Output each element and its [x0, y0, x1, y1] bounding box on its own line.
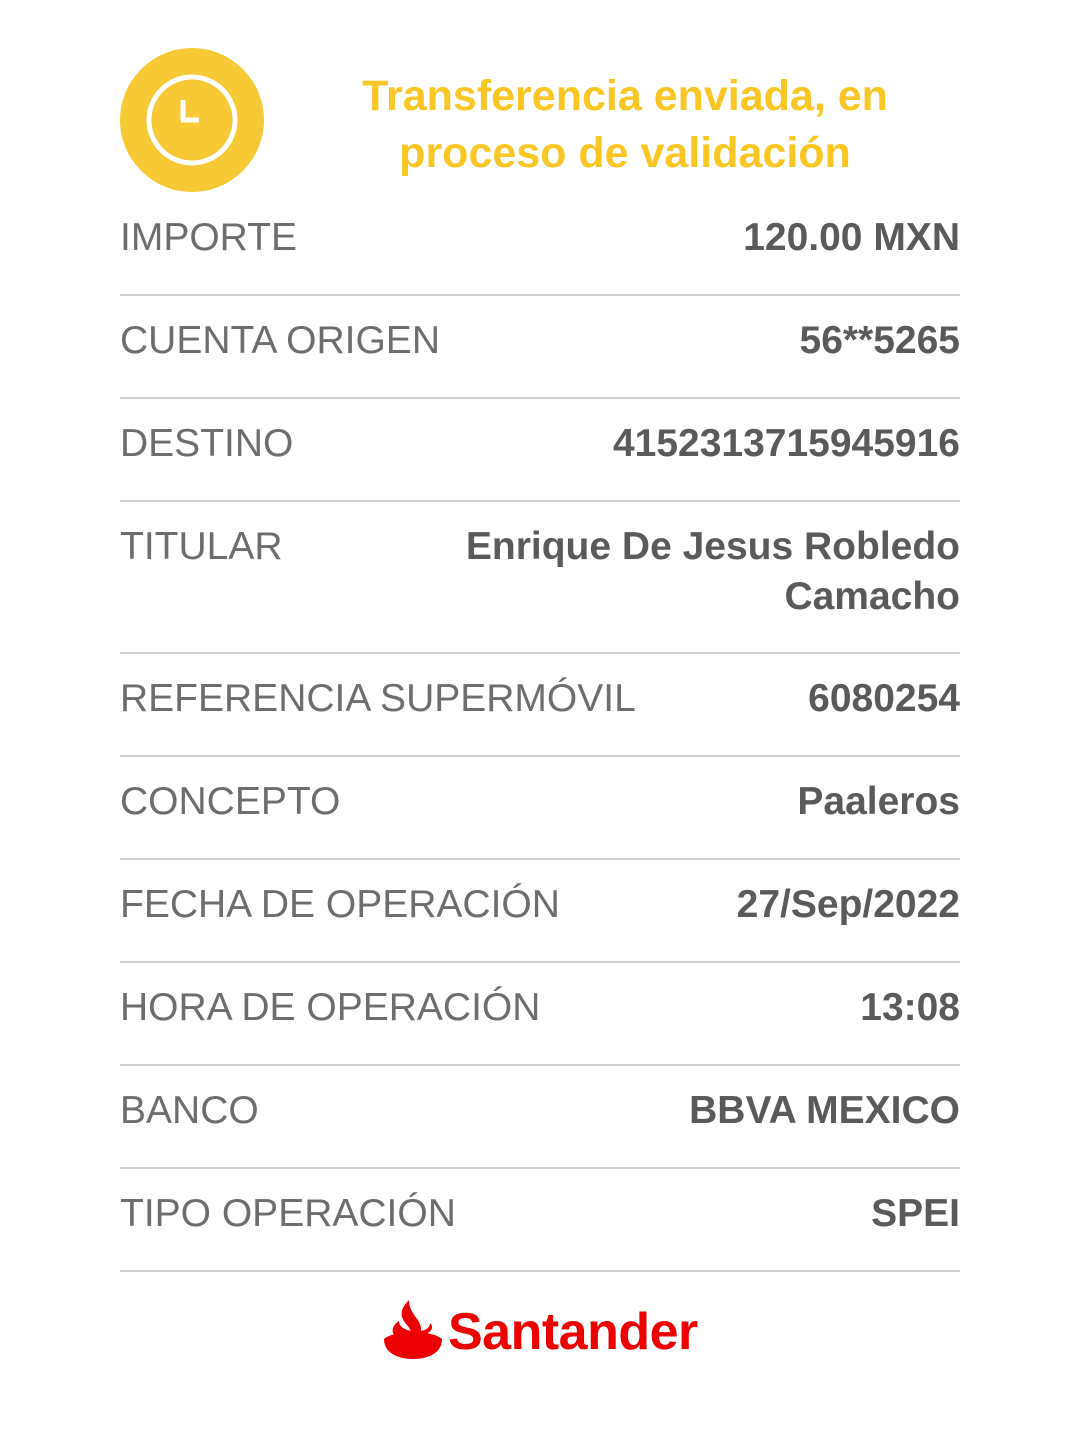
detail-label: BANCO — [120, 1089, 259, 1132]
detail-row-importe: IMPORTE 120.00 MXN — [120, 193, 960, 296]
detail-value: SPEI — [871, 1192, 960, 1235]
detail-row-hora: HORA DE OPERACIÓN 13:08 — [120, 963, 960, 1066]
brand-name: Santander — [448, 1303, 698, 1361]
detail-label: TITULAR — [120, 525, 283, 568]
detail-value: 56**5265 — [799, 319, 961, 362]
detail-label: DESTINO — [120, 422, 294, 465]
detail-value: BBVA MEXICO — [689, 1089, 960, 1132]
detail-value: 13:08 — [860, 986, 960, 1029]
detail-row-referencia: REFERENCIA SUPERMÓVIL 6080254 — [120, 654, 960, 757]
detail-value: 120.00 MXN — [743, 216, 960, 259]
detail-label: CONCEPTO — [120, 780, 341, 823]
detail-value: 27/Sep/2022 — [736, 883, 960, 926]
detail-row-titular: TITULAR Enrique De Jesus Robledo Camacho — [120, 502, 960, 654]
detail-value: Paaleros — [797, 780, 960, 823]
detail-label: FECHA DE OPERACIÓN — [120, 883, 560, 926]
detail-value: 4152313715945916 — [612, 422, 960, 465]
detail-row-cuenta-origen: CUENTA ORIGEN 56**5265 — [120, 296, 960, 399]
santander-logo: Santander — [382, 1297, 702, 1367]
detail-label: HORA DE OPERACIÓN — [120, 986, 541, 1029]
detail-value: 6080254 — [808, 677, 960, 720]
detail-row-banco: BANCO BBVA MEXICO — [120, 1066, 960, 1169]
detail-row-concepto: CONCEPTO Paaleros — [120, 757, 960, 860]
detail-row-destino: DESTINO 4152313715945916 — [120, 399, 960, 502]
detail-label: IMPORTE — [120, 216, 297, 259]
detail-row-tipo-operacion: TIPO OPERACIÓN SPEI — [120, 1169, 960, 1272]
page-title: Transferencia enviada, en proceso de val… — [362, 72, 888, 177]
detail-label: CUENTA ORIGEN — [120, 319, 440, 362]
detail-value: Enrique De Jesus Robledo Camacho — [465, 525, 960, 618]
clock-icon — [146, 74, 238, 166]
status-header: Transferencia enviada, en proceso de val… — [120, 48, 960, 194]
transfer-details: IMPORTE 120.00 MXN CUENTA ORIGEN 56**526… — [120, 193, 960, 1272]
santander-flame-icon — [384, 1300, 442, 1359]
status-badge — [120, 48, 264, 192]
detail-label: TIPO OPERACIÓN — [120, 1192, 456, 1235]
detail-label: REFERENCIA SUPERMÓVIL — [120, 677, 636, 720]
detail-row-fecha: FECHA DE OPERACIÓN 27/Sep/2022 — [120, 860, 960, 963]
